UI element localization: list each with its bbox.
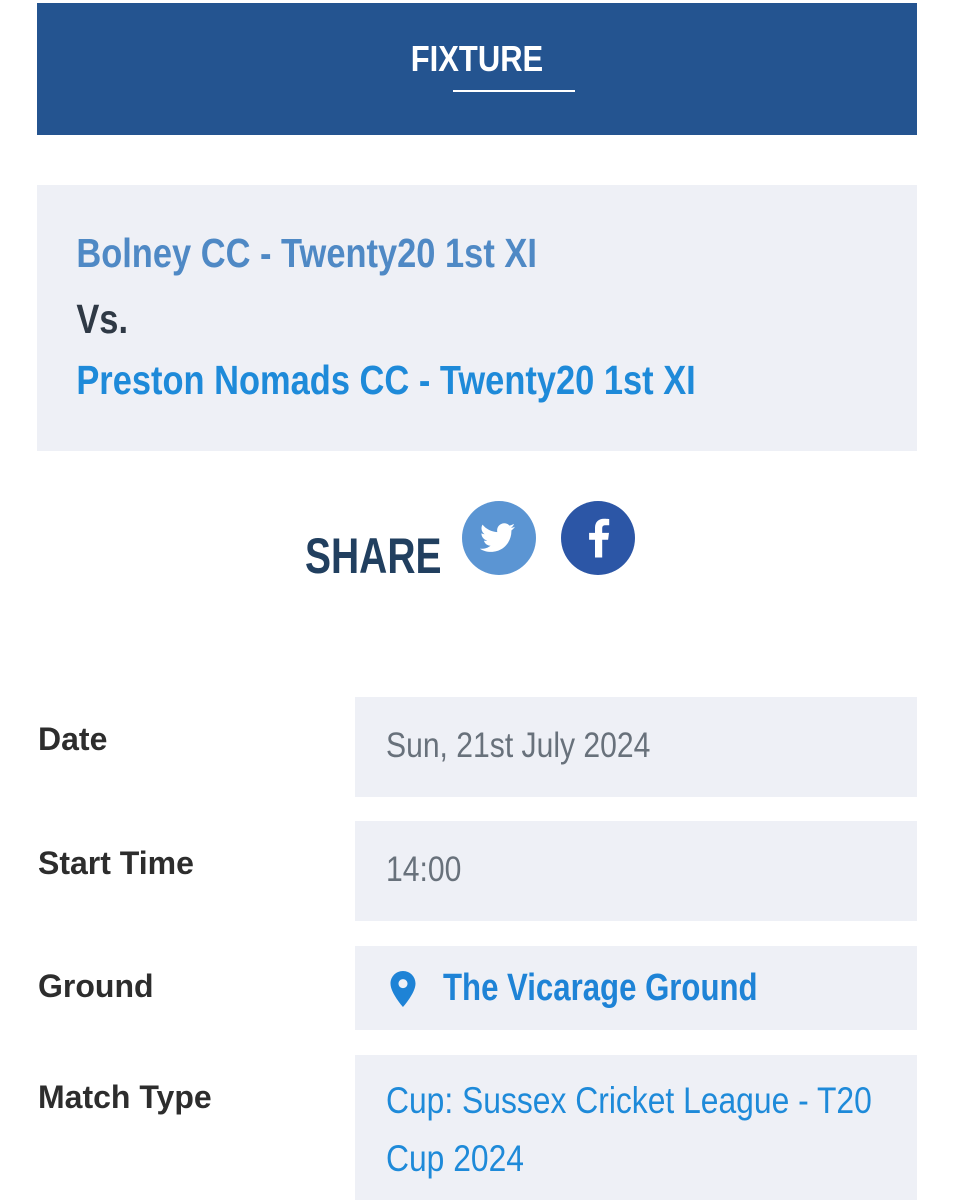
date-value-box: Sun, 21st July 2024 [355,697,917,797]
header-title-underline [453,90,575,92]
match-type-value-box[interactable]: Cup: Sussex Cricket League - T20 Cup 202… [355,1055,917,1200]
fixture-header: FIXTURE [37,3,917,135]
date-value: Sun, 21st July 2024 [386,726,651,765]
match-type-line-1[interactable]: Cup: Sussex Cricket League - T20 [386,1072,872,1130]
match-type-line-2[interactable]: Cup 2024 [386,1130,868,1188]
match-type-label: Match Type [38,1079,212,1115]
ground-value-box[interactable]: The Vicarage Ground [355,946,917,1030]
start-time-label: Start Time [38,845,194,881]
header-title: FIXTURE [410,38,544,79]
match-type-link[interactable]: Cup: Sussex Cricket League - T20 Cup 202… [386,1072,872,1188]
facebook-f-icon [589,518,610,558]
away-team-link[interactable]: Preston Nomads CC - Twenty20 1st XI [76,356,877,404]
map-pin-icon [390,971,416,1007]
share-label: SHARE [305,528,442,584]
ground-link[interactable]: The Vicarage Ground [443,966,758,1010]
date-label: Date [38,721,108,757]
ground-label: Ground [38,968,154,1004]
twitter-bird-icon [479,523,515,552]
versus-label: Vs. [76,296,129,342]
start-time-value: 14:00 [386,850,462,889]
facebook-share-button[interactable] [561,501,635,575]
start-time-value-box: 14:00 [355,821,917,921]
twitter-share-button[interactable] [462,501,536,575]
home-team-link[interactable]: Bolney CC - Twenty20 1st XI [76,229,877,277]
